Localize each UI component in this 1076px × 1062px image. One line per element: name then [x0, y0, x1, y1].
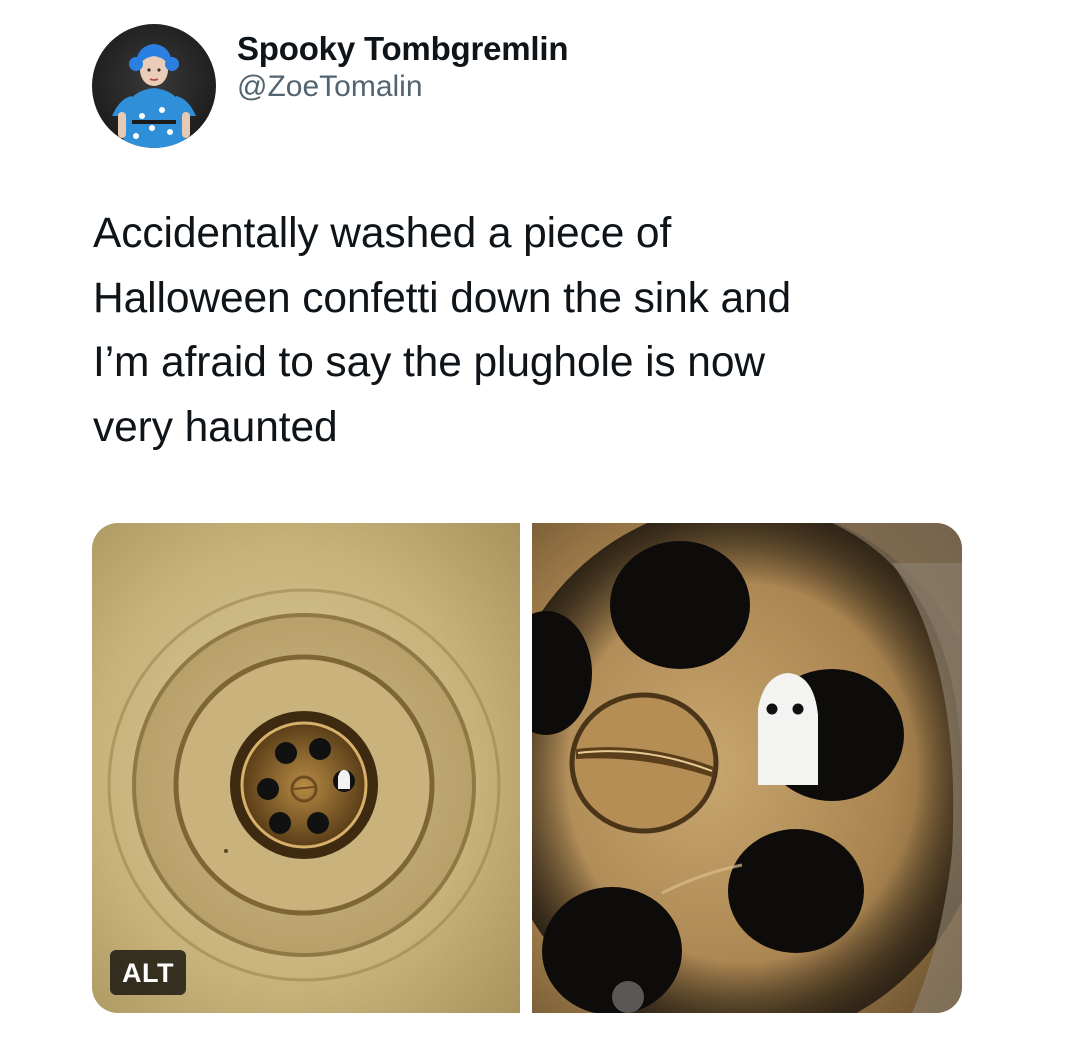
tweet-header: Spooky Tombgremlin @ZoeTomalin: [92, 24, 569, 148]
display-name[interactable]: Spooky Tombgremlin: [237, 29, 569, 69]
avatar[interactable]: [92, 24, 216, 148]
tweet-text: Accidentally washed a piece of Halloween…: [93, 210, 792, 451]
alt-text-badge[interactable]: ALT: [110, 950, 186, 995]
media-divider: [520, 523, 532, 1013]
user-meta: Spooky Tombgremlin @ZoeTomalin: [237, 29, 569, 105]
user-handle[interactable]: @ZoeTomalin: [237, 69, 568, 105]
media-photo-ghost-closeup[interactable]: [532, 523, 962, 1013]
tweet-media: ALT: [92, 523, 962, 1013]
media-photo-sink-drain[interactable]: ALT: [92, 523, 520, 1013]
